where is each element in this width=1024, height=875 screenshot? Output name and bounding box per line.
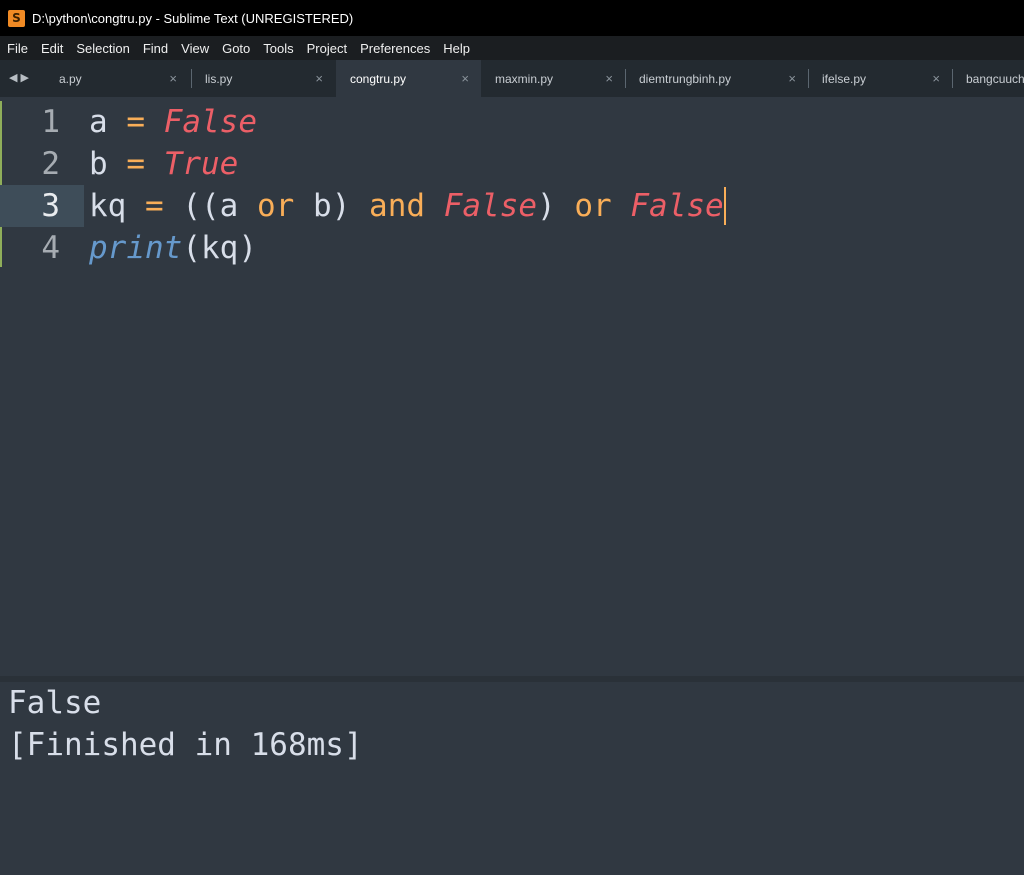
tab-nav-arrows-icon[interactable]: ◀▶ (9, 71, 32, 84)
menu-view[interactable]: View (181, 41, 209, 56)
line-number: 3 (0, 185, 84, 227)
tab-congtru-py[interactable]: congtru.py × (336, 60, 481, 97)
menu-bar: File Edit Selection Find View Goto Tools… (0, 36, 1024, 60)
close-icon[interactable]: × (932, 71, 940, 86)
menu-file[interactable]: File (7, 41, 28, 56)
constant-token: False (630, 188, 724, 224)
menu-tools[interactable]: Tools (263, 41, 293, 56)
sublime-logo-icon: S (8, 9, 25, 27)
operator-token: = (145, 188, 164, 224)
menu-selection[interactable]: Selection (76, 41, 129, 56)
tab-label: a.py (59, 72, 82, 86)
punctuation-token: ) (537, 188, 556, 224)
function-token: print (89, 230, 183, 266)
title-bar: S D:\python\congtru.py - Sublime Text (U… (0, 0, 1024, 36)
punctuation-token: ) (238, 230, 257, 266)
punctuation-token: (( (182, 188, 220, 224)
constant-token: False (163, 104, 258, 140)
close-icon[interactable]: × (461, 71, 469, 86)
tab-label: maxmin.py (495, 72, 554, 86)
tab-label: congtru.py (350, 72, 407, 86)
close-icon[interactable]: × (315, 71, 323, 86)
constant-token: False (443, 188, 538, 224)
line-number: 2 (41, 146, 60, 182)
code-editor[interactable]: 1 a = False 2 b = True 3 kq = ((a or b) … (0, 97, 1024, 678)
window-title: D:\python\congtru.py - Sublime Text (UNR… (32, 10, 354, 26)
identifier-token: a (89, 104, 108, 140)
close-icon[interactable]: × (169, 71, 177, 86)
line-number: 4 (41, 230, 60, 266)
build-output-panel[interactable]: False [Finished in 168ms] (0, 682, 1024, 875)
tab-lis-py[interactable]: lis.py × (191, 60, 335, 97)
menu-edit[interactable]: Edit (41, 41, 63, 56)
identifier-token: a (219, 188, 239, 224)
code-content[interactable]: kq = ((a or b) and False) or False (89, 185, 726, 227)
tab-bangcuuch[interactable]: bangcuuch (952, 60, 1024, 97)
tab-label: bangcuuch (966, 72, 1024, 86)
operator-token: = (126, 146, 146, 182)
menu-project[interactable]: Project (307, 41, 347, 56)
code-content[interactable]: a = False (89, 101, 257, 143)
tab-bar: ◀▶ a.py × lis.py × congtru.py × maxmin.p… (0, 60, 1024, 97)
menu-find[interactable]: Find (143, 41, 168, 56)
code-content[interactable]: b = True (89, 143, 238, 185)
output-line: [Finished in 168ms] (8, 727, 363, 763)
identifier-token: b (313, 188, 332, 224)
operator-token: = (126, 104, 146, 140)
code-content[interactable]: print(kq) (89, 227, 257, 269)
output-line: False (8, 685, 102, 721)
tab-maxmin-py[interactable]: maxmin.py × (481, 60, 625, 97)
menu-goto[interactable]: Goto (222, 41, 250, 56)
menu-preferences[interactable]: Preferences (360, 41, 430, 56)
tab-label: ifelse.py (822, 72, 867, 86)
tab-label: lis.py (205, 72, 233, 86)
identifier-token: kq (201, 230, 239, 266)
text-cursor (723, 187, 726, 225)
close-icon[interactable]: × (605, 71, 613, 86)
code-line-1[interactable]: 1 a = False (0, 101, 1024, 143)
code-line-4[interactable]: 4 print(kq) (0, 227, 1024, 269)
tab-label: diemtrungbinh.py (639, 72, 732, 86)
tab-a-py[interactable]: a.py × (45, 60, 189, 97)
tab-diemtrungbinh-py[interactable]: diemtrungbinh.py × (625, 60, 808, 97)
identifier-token: b (89, 146, 108, 182)
keyword-token: and (369, 188, 426, 224)
code-line-2[interactable]: 2 b = True (0, 143, 1024, 185)
punctuation-token: ( (182, 230, 201, 266)
identifier-token: kq (89, 188, 127, 224)
menu-help[interactable]: Help (443, 41, 470, 56)
code-line-3[interactable]: 3 kq = ((a or b) and False) or False (0, 185, 1024, 227)
keyword-token: or (574, 188, 612, 224)
close-icon[interactable]: × (788, 71, 796, 86)
keyword-token: or (257, 188, 295, 224)
constant-token: True (163, 146, 239, 182)
line-number: 1 (41, 104, 60, 140)
tab-ifelse-py[interactable]: ifelse.py × (808, 60, 952, 97)
punctuation-token: ) (331, 188, 351, 224)
